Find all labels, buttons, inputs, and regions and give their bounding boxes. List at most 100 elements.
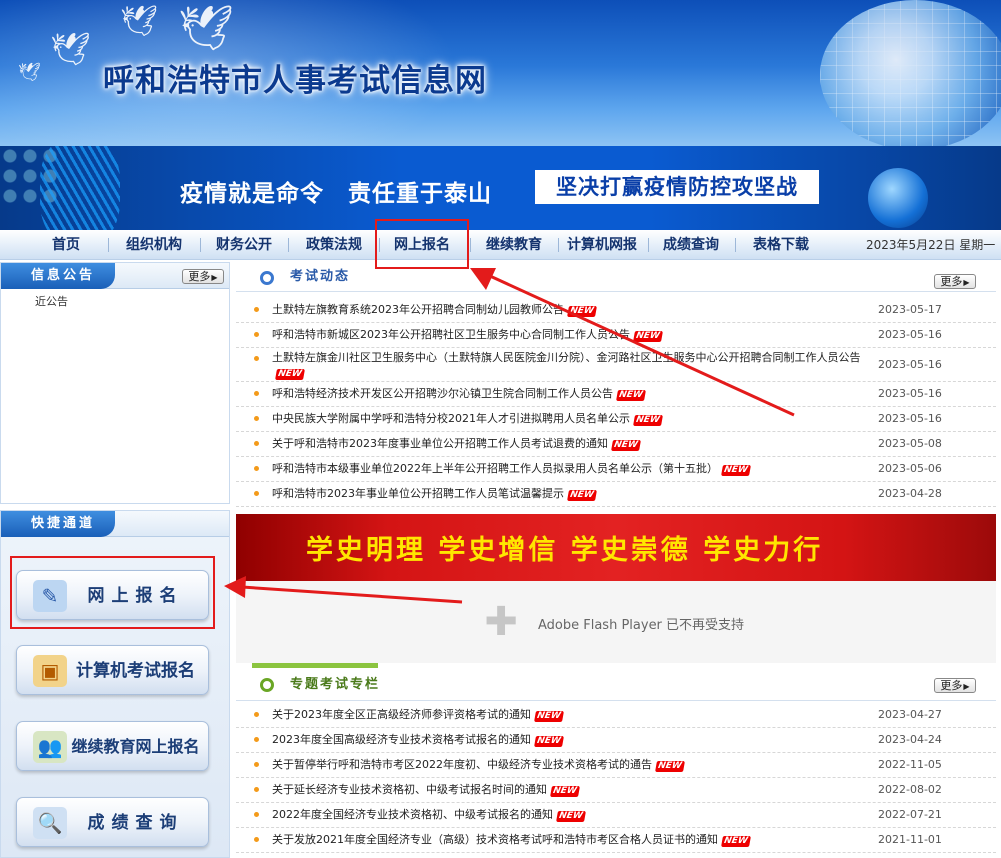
- nav-form-download[interactable]: 表格下载: [742, 230, 820, 260]
- exam-news-date: 2023-05-16: [878, 328, 942, 341]
- exam-news-panel: 考试动态 更多▶ 土默特左旗教育系统2023年公开招聘合同制幼儿园教师公告 NEW…: [236, 262, 996, 508]
- nav-separator: [470, 238, 471, 252]
- new-badge: NEW: [633, 331, 663, 342]
- new-badge: NEW: [655, 761, 685, 772]
- special-exam-link[interactable]: 2022年度全国经济专业技术资格初、中级考试报名的通知 NEW: [272, 807, 872, 822]
- new-badge: NEW: [275, 369, 305, 380]
- swirl-graphic: [40, 146, 120, 230]
- exam-news-item[interactable]: 呼和浩特经济技术开发区公开招聘沙尔沁镇卫生院合同制工作人员公告 NEW 2023-0…: [236, 382, 996, 407]
- puzzle-piece-icon: ✚: [484, 599, 518, 645]
- main-nav: 首页 组织机构 财务公开 政策法规 网上报名 继续教育 计算机网报 成绩查询 表…: [0, 230, 1001, 260]
- annotation-highlight-box: [375, 219, 469, 269]
- new-badge: NEW: [550, 786, 580, 797]
- bullet-icon: [254, 416, 259, 421]
- nav-separator: [735, 238, 736, 252]
- special-exam-item[interactable]: 关于暂停举行呼和浩特市考区2022年度初、中级经济专业技术资格考试的通告 NEW 2…: [236, 753, 996, 778]
- exam-news-link[interactable]: 呼和浩特市新城区2023年公开招聘社区卫生服务中心合同制工作人员公告 NEW: [272, 327, 872, 342]
- exam-news-more-button[interactable]: 更多▶: [934, 274, 976, 289]
- section-accent-bar: [252, 663, 378, 668]
- special-exam-link[interactable]: 关于2023年度全区正高级经济师参评资格考试的通知 NEW: [272, 707, 872, 722]
- dove-icon: 🕊: [178, 3, 234, 54]
- magnifier-icon: 🔍: [33, 807, 67, 839]
- bullet-icon: [254, 762, 259, 767]
- exam-news-item[interactable]: 关于呼和浩特市2023年度事业单位公开招聘工作人员考试退费的通知 NEW 2023-…: [236, 432, 996, 457]
- quick-score-query-button[interactable]: 🔍 成绩查询: [16, 797, 209, 847]
- new-badge: NEW: [534, 711, 564, 722]
- nav-separator: [558, 238, 559, 252]
- special-exam-date: 2022-07-21: [878, 808, 942, 821]
- nav-finance[interactable]: 财务公开: [206, 230, 282, 260]
- exam-news-item[interactable]: 呼和浩特市本级事业单位2022年上半年公开招聘工作人员拟录用人员名单公示（第十五…: [236, 457, 996, 482]
- bullet-icon: [254, 441, 259, 446]
- special-exam-item[interactable]: 2022年度全国经济专业技术资格初、中级考试报名的通知 NEW 2022-07-21: [236, 803, 996, 828]
- users-icon: 👥: [33, 731, 67, 763]
- nav-organization[interactable]: 组织机构: [116, 230, 192, 260]
- exam-news-item[interactable]: 中央民族大学附属中学呼和浩特分校2021年人才引进拟聘用人员名单公示 NEW 202…: [236, 407, 996, 432]
- new-badge: NEW: [611, 440, 641, 451]
- special-exam-link[interactable]: 关于暂停举行呼和浩特市考区2022年度初、中级经济专业技术资格考试的通告 NEW: [272, 757, 872, 772]
- exam-news-item[interactable]: 呼和浩特市2023年事业单位公开招聘工作人员笔试温馨提示 NEW 2023-04-2…: [236, 482, 996, 507]
- exam-news-link[interactable]: 呼和浩特市本级事业单位2022年上半年公开招聘工作人员拟录用人员名单公示（第十五…: [272, 461, 872, 476]
- slogan-banner: 疫情就是命令 责任重于泰山 坚决打赢疫情防控攻坚战: [0, 146, 1001, 230]
- exam-news-link[interactable]: 关于呼和浩特市2023年度事业单位公开招聘工作人员考试退费的通知 NEW: [272, 436, 872, 451]
- info-notice-more-button[interactable]: 更多▶: [182, 269, 224, 284]
- new-badge: NEW: [567, 490, 597, 501]
- special-exam-item[interactable]: 关于发放2021年度全国经济专业（高级）技术资格考试呼和浩特市考区合格人员证书的…: [236, 828, 996, 853]
- nav-home[interactable]: 首页: [35, 230, 97, 260]
- bullet-icon: [254, 712, 259, 717]
- annotation-highlight-box: [10, 556, 215, 629]
- globe-small-graphic: [868, 168, 928, 228]
- bullet-icon: [254, 737, 259, 742]
- exam-news-date: 2023-05-16: [878, 387, 942, 400]
- dove-icon: 🕊: [50, 30, 91, 68]
- special-exam-date: 2023-04-27: [878, 708, 942, 721]
- nav-separator: [108, 238, 109, 252]
- slogan-left: 疫情就是命令 责任重于泰山: [180, 180, 492, 207]
- special-exam-date: 2022-11-05: [878, 758, 942, 771]
- current-date: 2023年5月22日 星期一: [866, 238, 996, 252]
- header-banner: 🕊 🕊 🕊 🕊 呼和浩特市人事考试信息网: [0, 0, 1001, 146]
- bullet-icon: [254, 837, 259, 842]
- bullet-icon: [254, 787, 259, 792]
- info-notice-item[interactable]: 近公告: [35, 293, 68, 309]
- page: 🕊 🕊 🕊 🕊 呼和浩特市人事考试信息网 疫情就是命令 责任重于泰山 坚决打赢疫…: [0, 0, 1001, 858]
- nav-computer-registration[interactable]: 计算机网报: [562, 230, 642, 260]
- quick-computer-exam-registration-button[interactable]: ▣ 计算机考试报名: [16, 645, 209, 695]
- gift-box-icon: ▣: [33, 655, 67, 687]
- new-badge: NEW: [534, 736, 564, 747]
- exam-news-link[interactable]: 呼和浩特市2023年事业单位公开招聘工作人员笔试温馨提示 NEW: [272, 486, 872, 501]
- study-history-banner[interactable]: 学史明理 学史增信 学史崇德 学史力行: [236, 514, 996, 581]
- exam-news-item[interactable]: 呼和浩特市新城区2023年公开招聘社区卫生服务中心合同制工作人员公告 NEW 202…: [236, 323, 996, 348]
- special-exam-link[interactable]: 2023年度全国高级经济专业技术资格考试报名的通知 NEW: [272, 732, 872, 747]
- info-notice-title: 信息公告: [1, 263, 116, 289]
- exam-news-list: 土默特左旗教育系统2023年公开招聘合同制幼儿园教师公告 NEW 2023-05-1…: [236, 298, 996, 507]
- exam-news-link[interactable]: 呼和浩特经济技术开发区公开招聘沙尔沁镇卫生院合同制工作人员公告 NEW: [272, 386, 872, 401]
- special-exam-more-button[interactable]: 更多▶: [934, 678, 976, 693]
- nav-continuing-education[interactable]: 继续教育: [476, 230, 552, 260]
- exam-news-link[interactable]: 中央民族大学附属中学呼和浩特分校2021年人才引进拟聘用人员名单公示 NEW: [272, 411, 872, 426]
- special-exam-panel: 专题考试专栏 更多▶ 关于2023年度全区正高级经济师参评资格考试的通知 NEW 2…: [236, 663, 996, 858]
- slogan-right: 坚决打赢疫情防控攻坚战: [535, 170, 819, 204]
- quick-continuing-education-button[interactable]: 👥 继续教育网上报名: [16, 721, 209, 771]
- nav-score-query[interactable]: 成绩查询: [652, 230, 730, 260]
- study-history-slogan: 学史明理 学史增信 学史崇德 学史力行: [306, 535, 824, 566]
- special-exam-link[interactable]: 关于延长经济专业技术资格初、中级考试报名时间的通知 NEW: [272, 782, 872, 797]
- new-badge: NEW: [567, 306, 597, 317]
- exam-news-link[interactable]: 土默特左旗教育系统2023年公开招聘合同制幼儿园教师公告 NEW: [272, 302, 872, 317]
- flash-unsupported-message: Adobe Flash Player 已不再受支持: [538, 618, 745, 633]
- exam-news-date: 2023-05-08: [878, 437, 942, 450]
- special-exam-link[interactable]: 关于发放2021年度全国经济专业（高级）技术资格考试呼和浩特市考区合格人员证书的…: [272, 832, 872, 847]
- exam-news-header: 考试动态 更多▶: [236, 262, 996, 292]
- special-exam-title: 专题考试专栏: [290, 677, 381, 692]
- special-exam-item[interactable]: 2023年度全国高级经济专业技术资格考试报名的通知 NEW 2023-04-24: [236, 728, 996, 753]
- exam-news-item[interactable]: 土默特左旗教育系统2023年公开招聘合同制幼儿园教师公告 NEW 2023-05-1…: [236, 298, 996, 323]
- nav-policy[interactable]: 政策法规: [296, 230, 372, 260]
- quick-access-title: 快捷通道: [1, 511, 116, 537]
- bullet-icon: [254, 391, 259, 396]
- special-exam-item[interactable]: 关于2023年度全区正高级经济师参评资格考试的通知 NEW 2023-04-27: [236, 703, 996, 728]
- exam-news-item[interactable]: 土默特左旗金川社区卫生服务中心（土默特旗人民医院金川分院）、金河路社区卫生服务中…: [236, 348, 996, 382]
- special-exam-item[interactable]: 关于延长经济专业技术资格初、中级考试报名时间的通知 NEW 2022-08-02: [236, 778, 996, 803]
- bullet-icon: [254, 356, 259, 361]
- special-exam-date: 2022-08-02: [878, 783, 942, 796]
- exam-news-link[interactable]: 土默特左旗金川社区卫生服务中心（土默特旗人民医院金川分院）、金河路社区卫生服务中…: [272, 350, 872, 380]
